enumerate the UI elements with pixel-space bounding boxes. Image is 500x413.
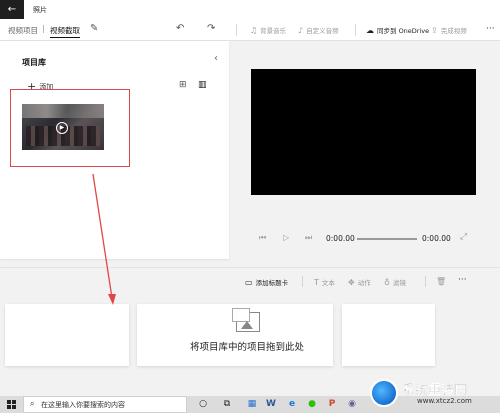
trash-icon: 🗑	[436, 277, 447, 286]
play-button-icon: ▷	[283, 233, 290, 242]
seek-bar[interactable]	[357, 238, 417, 240]
start-button[interactable]	[0, 396, 22, 413]
storyboard-slot[interactable]	[5, 304, 129, 366]
undo-icon[interactable]: ↶	[176, 23, 184, 34]
store-icon[interactable]: ▦	[243, 397, 261, 412]
drop-hint-text: 将项目库中的项目拖到此处	[190, 342, 305, 353]
text-button[interactable]: T 文本	[314, 277, 335, 287]
title-card-icon: ▭	[245, 278, 253, 287]
top-toolbar: 视频项目 | 视频截取 ✎ ↶ ↷ ♫ 背景音乐 ♪ 自定义音频 ☁ 同步到 OneD…	[0, 19, 500, 41]
export-icon: ⇪	[431, 26, 438, 35]
list-view-icon[interactable]: ▥	[198, 80, 207, 90]
task-view-icon[interactable]: ⧉	[218, 397, 236, 412]
storyboard-toolbar: ▭ 添加标题卡 T 文本 ✥ 动作 ♁ 滤镜 🗑 ···	[0, 267, 500, 292]
library-title: 项目库	[22, 58, 46, 67]
title-bar: ← 照片	[0, 0, 500, 19]
breadcrumb-current-project: 视频截取	[50, 25, 80, 38]
breadcrumb-separator: |	[42, 24, 45, 33]
storyboard-slot[interactable]	[342, 304, 435, 366]
windows-logo-icon	[7, 400, 16, 409]
video-preview[interactable]	[251, 69, 476, 195]
filter-icon: ♁	[384, 278, 390, 287]
sync-onedrive-button[interactable]: ☁ 同步到 OneDrive	[366, 25, 429, 35]
toolbar-divider	[355, 24, 356, 36]
watermark-title: 系统重装网	[402, 383, 468, 398]
app-title: 照片	[33, 6, 47, 14]
edge-icon[interactable]: e	[283, 397, 301, 412]
custom-audio-button[interactable]: ♪ 自定义音频	[298, 25, 339, 35]
total-time: 0:00.00	[422, 234, 451, 243]
add-title-card-button[interactable]: ▭ 添加标题卡	[245, 277, 288, 287]
search-input[interactable]	[41, 399, 181, 410]
rewind-icon: ⏮	[259, 233, 267, 242]
grid-view-icon[interactable]: ⊞	[179, 80, 187, 90]
toolbar-divider	[425, 276, 426, 287]
delete-button[interactable]: 🗑	[436, 277, 449, 286]
toolbar-divider	[236, 24, 237, 36]
toolbar-divider	[302, 276, 303, 287]
cortana-icon[interactable]: ○	[194, 397, 212, 412]
back-button[interactable]: ←	[0, 0, 24, 19]
cloud-icon: ☁	[366, 26, 374, 35]
taskbar-search[interactable]: ⌕	[23, 396, 187, 413]
fullscreen-icon: ⤢	[460, 232, 468, 242]
search-icon: ⌕	[30, 399, 35, 408]
powerpoint-icon[interactable]: P	[323, 397, 341, 412]
current-time: 0:00.00	[326, 234, 355, 243]
storyboard-more-button[interactable]: ···	[458, 275, 467, 285]
chevron-left-icon[interactable]: ‹	[214, 53, 218, 64]
background-music-button[interactable]: ♫ 背景音乐	[250, 25, 286, 35]
wechat-icon[interactable]: ●	[303, 397, 321, 412]
image-placeholder-icon	[232, 308, 260, 332]
redo-icon: ↷	[207, 23, 216, 34]
rename-pencil-icon[interactable]: ✎	[90, 23, 98, 34]
unknown-app-icon[interactable]: ◉	[343, 397, 361, 412]
arrow-left-icon: ←	[7, 4, 17, 15]
word-icon[interactable]: W	[262, 397, 280, 412]
forward-icon: ⏭	[305, 233, 313, 242]
text-icon: T	[314, 278, 319, 287]
watermark-logo-icon	[370, 379, 398, 407]
audio-icon: ♪	[298, 26, 304, 35]
motion-icon: ✥	[348, 278, 355, 287]
more-options-button[interactable]: ···	[486, 24, 495, 34]
finish-video-button[interactable]: ⇪ 完成视频	[431, 25, 467, 35]
music-note-icon: ♫	[250, 26, 258, 35]
breadcrumb-video-projects[interactable]: 视频项目	[8, 25, 38, 36]
motion-button[interactable]: ✥ 动作	[348, 277, 371, 287]
watermark-url: www.xtcz2.com	[417, 397, 472, 405]
filters-button[interactable]: ♁ 滤镜	[384, 277, 406, 287]
play-icon: ▶	[56, 122, 68, 134]
